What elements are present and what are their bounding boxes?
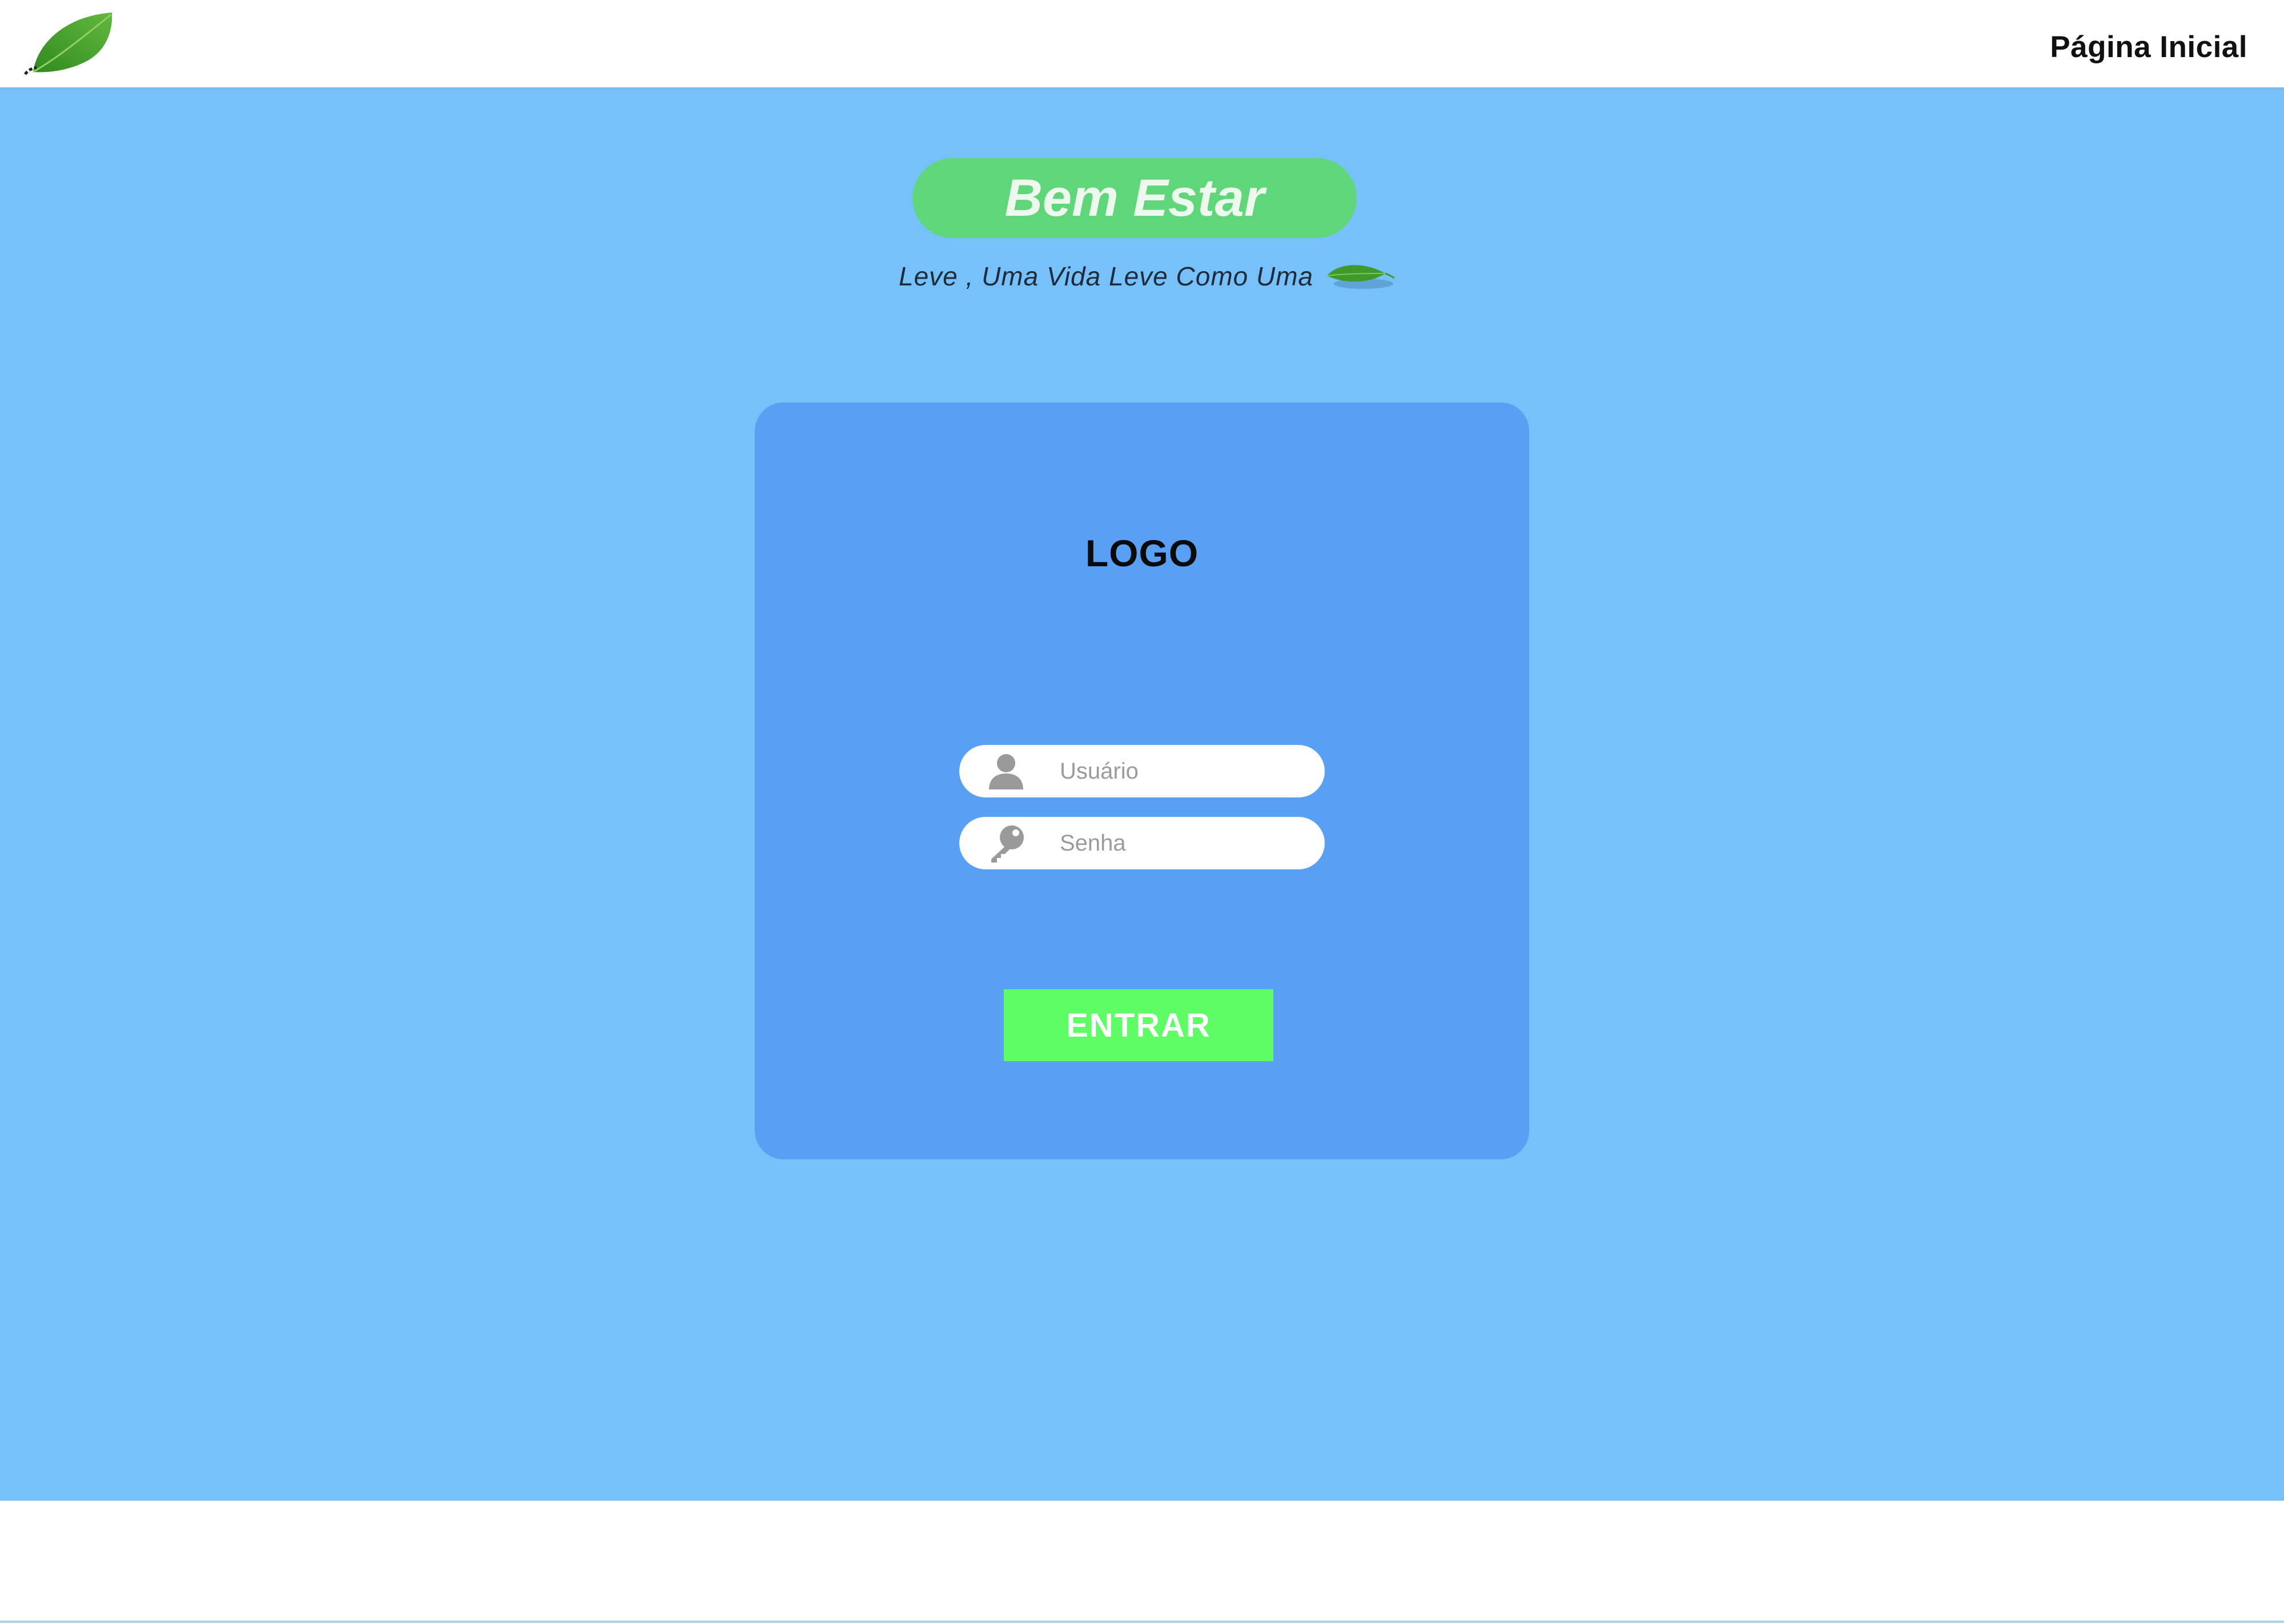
login-card: LOGO ENTRAR <box>755 402 1529 1159</box>
username-input[interactable] <box>1060 745 1305 797</box>
page-title: Bem Estar <box>912 158 1357 238</box>
leaf-icon <box>1327 265 1395 289</box>
key-icon <box>991 825 1024 863</box>
password-field[interactable] <box>959 817 1325 869</box>
top-navbar: Página Inicial <box>0 0 2284 87</box>
leaf-icon[interactable] <box>21 8 118 78</box>
footer <box>0 1501 2284 1624</box>
user-icon <box>989 754 1023 789</box>
tagline: Leve , Uma Vida Leve Como Uma <box>899 256 1397 296</box>
login-button[interactable]: ENTRAR <box>1004 989 1273 1061</box>
tagline-text: Leve , Uma Vida Leve Como Uma <box>899 261 1314 291</box>
nav-home-link[interactable]: Página Inicial <box>2050 30 2247 65</box>
username-field[interactable] <box>959 745 1325 797</box>
main-hero: Bem Estar Leve , Uma Vida Leve Como Uma … <box>0 87 2284 1501</box>
logo-placeholder: LOGO <box>1085 532 1199 574</box>
password-input[interactable] <box>1060 817 1305 869</box>
footer-divider <box>0 1621 2284 1623</box>
